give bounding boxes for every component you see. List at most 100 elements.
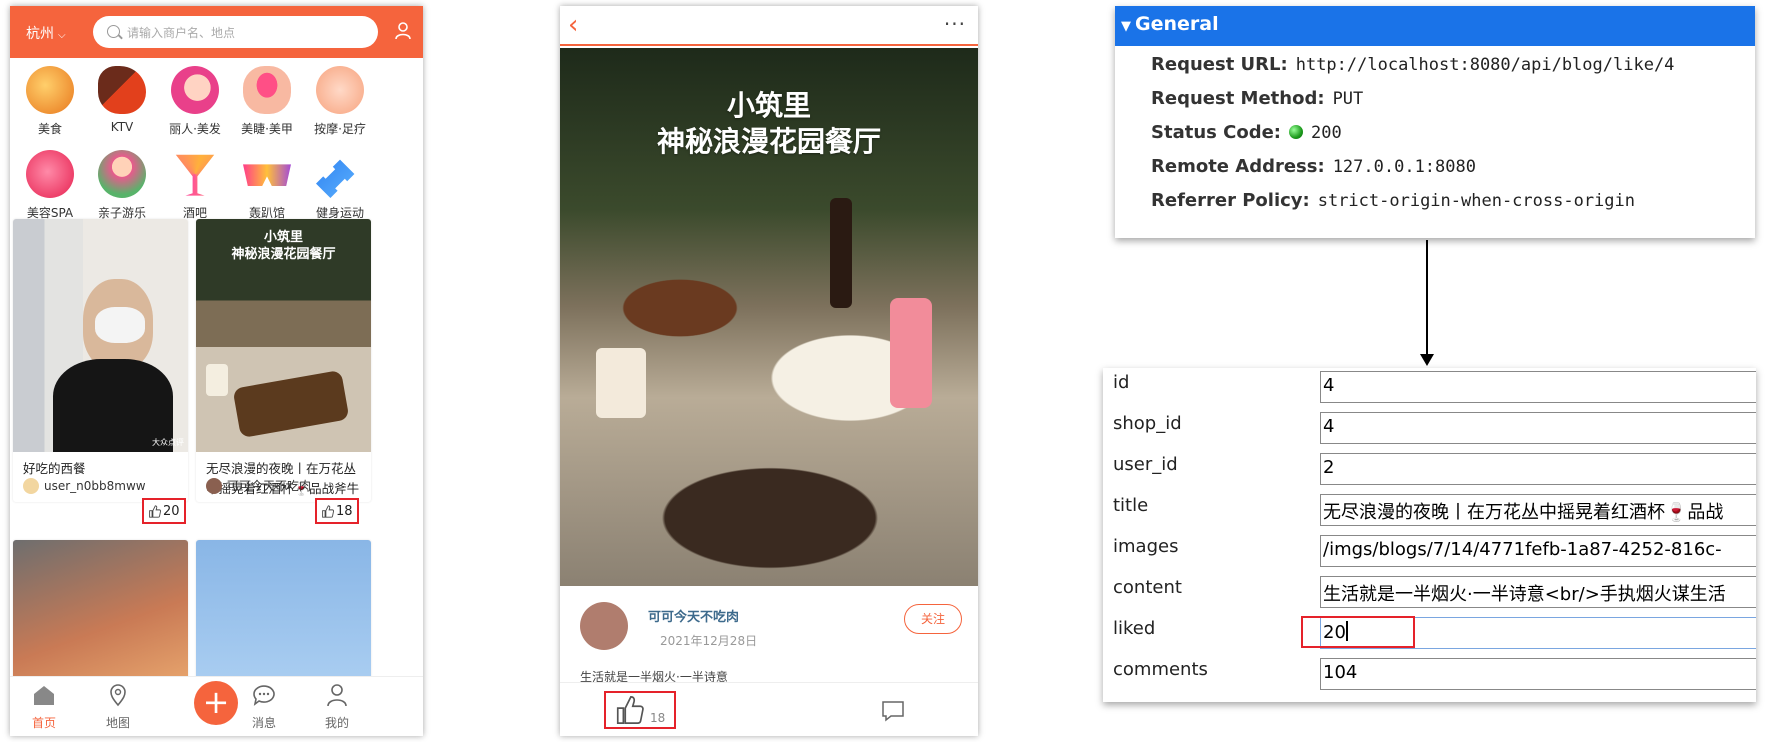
- category-label: 丽人·美发: [169, 122, 221, 136]
- blog-author: user_n0bb8mww: [23, 478, 146, 494]
- db-record-table: id 4 shop_id 4 user_id 2 title 无尽浪漫的夜晚丨在…: [1103, 368, 1756, 702]
- avatar: [206, 477, 222, 494]
- flow-arrow: [1426, 240, 1428, 358]
- chat-bubble-icon: [253, 685, 275, 706]
- blog-card[interactable]: [13, 540, 188, 680]
- blog-card[interactable]: 大众点评 好吃的西餐 user_n0bb8mww: [13, 219, 188, 502]
- home-screen: 杭州 ⌵ 请输入商户名、地点 美食 KTV 丽人·美发 美睫·美甲 按摩·足疗 …: [10, 6, 423, 736]
- post-date: 2021年12月28日: [660, 634, 758, 648]
- chevron-down-icon: ⌵: [58, 30, 66, 41]
- table-row: comments 104: [1103, 655, 1756, 696]
- tab-home[interactable]: 首页: [14, 683, 74, 731]
- blog-detail-screen: ‹ ··· 小筑里 神秘浪漫花园餐厅 可可今天不吃肉 2021年12月28日 关…: [560, 6, 978, 736]
- section-title: General: [1135, 13, 1219, 35]
- column-name: id: [1113, 372, 1130, 393]
- author-section: 可可今天不吃肉 2021年12月28日 关注 生活就是一半烟火·一半诗意: [560, 586, 978, 684]
- cell-value[interactable]: 生活就是一半烟火·一半诗意<br/>手执烟火谋生活: [1320, 576, 1756, 608]
- blog-title: 好吃的西餐: [23, 461, 86, 476]
- field-value: 127.0.0.1:8080: [1332, 157, 1476, 177]
- liked-value-highlight: [1301, 616, 1415, 648]
- author-name[interactable]: 可可今天不吃肉: [648, 606, 739, 625]
- candle: [596, 348, 646, 418]
- search-input[interactable]: 请输入商户名、地点: [93, 16, 378, 48]
- tab-label: 消息: [251, 716, 276, 730]
- field-value: 200: [1310, 123, 1342, 143]
- status-ok-icon: [1288, 125, 1303, 139]
- wine-bottle: [830, 198, 852, 308]
- field-key: Remote Address:: [1151, 156, 1325, 177]
- detail-header: ‹ ···: [560, 6, 978, 46]
- table-row: images /imgs/blogs/7/14/4771fefb-1a87-42…: [1103, 532, 1756, 573]
- comment-icon[interactable]: [880, 699, 906, 723]
- tab-profile[interactable]: 我的: [307, 683, 367, 731]
- blog-cover-image: 小筑里 神秘浪漫花园餐厅: [196, 219, 371, 452]
- field-value: PUT: [1332, 89, 1364, 109]
- request-method-row: Request Method: PUT: [1151, 88, 1363, 109]
- column-name: shop_id: [1113, 413, 1182, 434]
- home-header: 杭州 ⌵ 请输入商户名、地点: [10, 6, 423, 58]
- add-post-button[interactable]: +: [194, 681, 238, 725]
- author-name: 可可今天不吃肉: [227, 479, 312, 493]
- status-code-row: Status Code: 200: [1151, 122, 1342, 143]
- blog-author: 可可今天不吃肉: [206, 477, 311, 494]
- blog-cover-image: 大众点评: [13, 219, 188, 452]
- dumbbell-icon: [316, 159, 355, 198]
- author-name: user_n0bb8mww: [44, 479, 146, 493]
- party-mask-icon: [243, 164, 291, 186]
- hand-icon: [316, 66, 364, 114]
- section-header[interactable]: ▼ General: [1115, 6, 1755, 46]
- cell-value[interactable]: 4: [1320, 412, 1756, 444]
- cell-value[interactable]: 104: [1320, 658, 1756, 690]
- city-selector[interactable]: 杭州 ⌵: [26, 23, 66, 43]
- tab-messages[interactable]: 消息: [234, 683, 294, 731]
- referrer-policy-row: Referrer Policy: strict-origin-when-cross…: [1151, 190, 1635, 211]
- like-count: 18: [336, 503, 353, 519]
- map-pin-icon: [110, 684, 126, 707]
- category-beauty-hair[interactable]: 丽人·美发: [155, 66, 235, 152]
- face-mask-icon: [26, 150, 74, 198]
- cell-value[interactable]: 2: [1320, 453, 1756, 485]
- column-name: liked: [1113, 618, 1156, 639]
- tab-label: 首页: [31, 716, 56, 730]
- cover-title: 小筑里 神秘浪漫花园餐厅: [196, 229, 371, 263]
- column-name: comments: [1113, 659, 1208, 680]
- like-button[interactable]: 18: [604, 691, 676, 729]
- cell-value[interactable]: 无尽浪漫的夜晚丨在万花丛中摇晃着红酒杯🍷品战: [1320, 494, 1756, 526]
- user-icon[interactable]: [392, 20, 414, 42]
- cover-title-line: 小筑里: [263, 230, 303, 245]
- category-ktv[interactable]: KTV: [82, 66, 162, 152]
- back-chevron-icon[interactable]: ‹: [568, 10, 578, 40]
- like-count-highlight[interactable]: 20: [142, 498, 186, 524]
- bottom-tab-bar: 首页 地图 + 消息 我的: [10, 676, 423, 736]
- avatar[interactable]: [580, 602, 628, 650]
- category-label: 按摩·足疗: [314, 122, 366, 136]
- candle: [206, 364, 228, 396]
- like-count-highlight[interactable]: 18: [315, 498, 359, 524]
- cell-value[interactable]: /imgs/blogs/7/14/4771fefb-1a87-4252-816c…: [1320, 535, 1756, 567]
- field-key: Status Code:: [1151, 122, 1281, 143]
- follow-button[interactable]: 关注: [904, 604, 962, 634]
- table-row: liked 20: [1103, 614, 1756, 655]
- blog-card[interactable]: 小筑里 神秘浪漫花园餐厅 无尽浪漫的夜晚丨在万花丛中摇晃着红酒杯🍷品战斧牛排 可…: [196, 219, 371, 502]
- search-placeholder: 请输入商户名、地点: [127, 26, 236, 40]
- like-count: 18: [650, 711, 666, 725]
- home-icon: [34, 686, 54, 705]
- category-nails[interactable]: 美睫·美甲: [227, 66, 307, 152]
- search-icon: [107, 25, 120, 38]
- woman-hair-icon: [171, 66, 219, 114]
- field-value: strict-origin-when-cross-origin: [1317, 191, 1635, 211]
- cell-value[interactable]: 4: [1320, 371, 1756, 403]
- category-massage[interactable]: 按摩·足疗: [300, 66, 380, 152]
- user-icon: [327, 684, 347, 707]
- field-key: Request URL:: [1151, 54, 1288, 75]
- thumbs-up-icon: [616, 696, 644, 724]
- more-dots-icon[interactable]: ···: [944, 12, 966, 36]
- field-value: http://localhost:8080/api/blog/like/4: [1295, 55, 1675, 75]
- table-row: user_id 2: [1103, 450, 1756, 491]
- parent-child-icon: [98, 150, 146, 198]
- tab-map[interactable]: 地图: [88, 683, 148, 731]
- blog-card[interactable]: [196, 540, 371, 680]
- tab-label: 地图: [105, 716, 130, 730]
- cover-title-line: 神秘浪漫花园餐厅: [231, 247, 336, 262]
- category-food[interactable]: 美食: [10, 66, 90, 152]
